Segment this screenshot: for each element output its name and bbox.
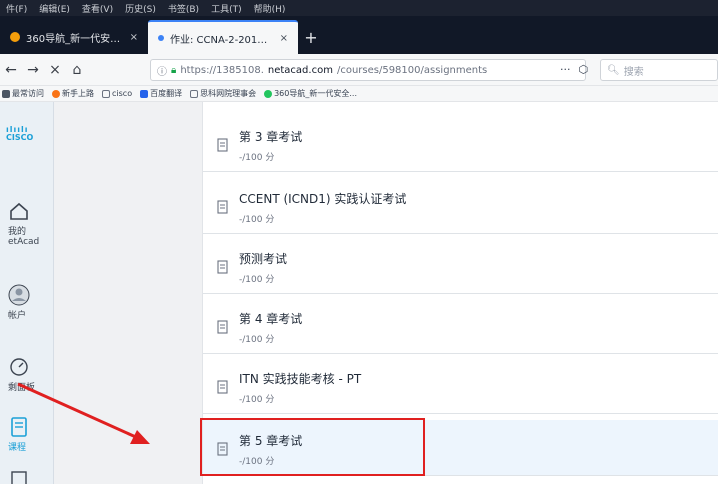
quiz-icon: [217, 138, 228, 152]
info-icon[interactable]: ⓘ: [157, 63, 167, 78]
sidebar-item-dashboard[interactable]: 剩面板: [0, 356, 54, 393]
assignment-row[interactable]: 第 4 章考试 -/100 分: [203, 298, 718, 354]
menu-item[interactable]: 工具(T): [211, 2, 242, 15]
tab-title: 360导航_新一代安全上网导航: [26, 33, 124, 45]
screenshot-root: 件(F) 编辑(E) 查看(V) 历史(S) 书签(B) 工具(T) 帮助(H)…: [0, 0, 718, 484]
bookmarks-bar: 最常访问 新手上路 cisco 百度翻译 思科网院理事会 360导航_新一代安全…: [0, 86, 718, 102]
menu-item[interactable]: 查看(V): [82, 2, 113, 15]
sidebar-item-my-netacad[interactable]: 我的 etAcad: [0, 200, 54, 247]
assignment-title[interactable]: CCENT (ICND1) 实践认证考试: [239, 190, 406, 207]
course-icon: [8, 416, 30, 438]
home-button[interactable]: ⌂: [66, 59, 88, 81]
translate-icon: [140, 89, 149, 98]
bookmark-label: cisco: [112, 89, 133, 98]
back-button[interactable]: ←: [0, 59, 22, 81]
assignment-row[interactable]: ITN 实践技能考核 - PT -/100 分: [203, 358, 718, 414]
cisco-logo-text: CISCO: [6, 133, 34, 142]
annotation-highlight-box: [200, 418, 425, 476]
bookmark-label: 最常访问: [12, 89, 44, 98]
sidebar-item-label: 我的: [8, 227, 27, 237]
assignment-title[interactable]: 预测考试: [239, 250, 287, 267]
assignment-title[interactable]: ITN 实践技能考核 - PT: [239, 370, 361, 387]
sidebar-item-label: etAcad: [8, 237, 40, 247]
assignment-score: -/100 分: [239, 395, 275, 405]
sidebar-item-label: 帐户: [8, 311, 27, 321]
bookmark-cisco-council[interactable]: 思科网院理事会: [190, 88, 256, 99]
sidebar-item-label: 剩面板: [8, 383, 36, 393]
bookmark-label: 360导航_新一代安全...: [274, 89, 357, 98]
page-actions-button[interactable]: ···: [560, 63, 571, 76]
sidebar-item-label: 课程: [8, 443, 27, 453]
menu-item[interactable]: 历史(S): [125, 2, 156, 15]
star-icon: [2, 89, 10, 98]
cisco-logo[interactable]: ılıılı CISCO: [6, 126, 33, 142]
menu-item[interactable]: 件(F): [6, 2, 27, 15]
stop-button[interactable]: ×: [44, 59, 66, 81]
assignment-score: -/100 分: [239, 275, 275, 285]
bookmark-label: 思科网院理事会: [200, 89, 257, 98]
search-input[interactable]: 🔍︎ 搜索: [600, 59, 718, 81]
bookmark-baidu-translate[interactable]: 百度翻译: [140, 88, 182, 99]
bookmark-label: 百度翻译: [150, 89, 183, 98]
360-favicon-icon: [10, 32, 20, 42]
url-path: /courses/598100/assignments: [336, 64, 488, 76]
firefox-icon: [52, 89, 60, 98]
search-placeholder: 搜索: [623, 66, 644, 78]
url-actions: ··· ⬡: [560, 63, 588, 76]
url-prefix: https://1385108.: [180, 64, 264, 76]
quiz-icon: [217, 380, 228, 394]
menu-bar: 件(F) 编辑(E) 查看(V) 历史(S) 书签(B) 工具(T) 帮助(H): [0, 0, 718, 16]
menu-item[interactable]: 编辑(E): [39, 2, 70, 15]
url-domain: netacad.com: [267, 64, 333, 76]
assignment-row[interactable]: 第 3 章考试 -/100 分: [203, 116, 718, 172]
search-icon: 🔍︎: [607, 64, 620, 76]
assignment-title[interactable]: 第 3 章考试: [239, 128, 302, 145]
bookmark-cisco[interactable]: cisco: [102, 89, 132, 98]
sidebar-item-courses[interactable]: 课程: [0, 416, 54, 453]
assignment-score: -/100 分: [239, 335, 275, 345]
sidebar-item-partial[interactable]: [0, 468, 54, 484]
assignment-title[interactable]: 第 4 章考试: [239, 310, 302, 327]
tab-strip: 360导航_新一代安全上网导航 × 作业: CCNA-2-2017学研班 × +: [0, 16, 718, 54]
quiz-icon: [217, 320, 228, 334]
left-sidebar: ılıılı CISCO 我的 etAcad 帐户 剩面板 课程: [0, 102, 54, 484]
bookmark-label: 新手上路: [62, 89, 94, 98]
content-gutter: [54, 102, 202, 484]
dashboard-icon: [8, 356, 30, 378]
quiz-icon: [217, 260, 228, 274]
assignment-score: -/100 分: [239, 215, 275, 225]
calendar-icon: [8, 468, 30, 484]
360-icon: [264, 89, 273, 98]
sidebar-item-account[interactable]: 帐户: [0, 284, 54, 321]
menu-item[interactable]: 帮助(H): [254, 2, 286, 15]
lock-icon: 🔒︎: [171, 64, 177, 76]
tab-close-icon[interactable]: ×: [280, 33, 288, 44]
bookmark-getting-started[interactable]: 新手上路: [52, 88, 94, 99]
assignment-row[interactable]: 预测考试 -/100 分: [203, 238, 718, 294]
address-bar[interactable]: ⓘ 🔒︎ https://1385108. netacad.com/courses…: [150, 59, 586, 81]
navigation-bar: ← → × ⌂ ⓘ 🔒︎ https://1385108. netacad.com…: [0, 54, 718, 86]
tab-assignments[interactable]: 作业: CCNA-2-2017学研班 ×: [148, 20, 298, 54]
tab-dot-icon: [158, 35, 164, 41]
assignment-row[interactable]: CCENT (ICND1) 实践认证考试 -/100 分: [203, 178, 718, 234]
menu-item[interactable]: 书签(B): [168, 2, 199, 15]
user-icon: [8, 284, 30, 306]
forward-button[interactable]: →: [22, 59, 44, 81]
tab-360-nav[interactable]: 360导航_新一代安全上网导航 ×: [0, 20, 148, 54]
pocket-icon[interactable]: ⬡: [579, 63, 589, 76]
folder-icon: [190, 89, 199, 98]
tab-title: 作业: CCNA-2-2017学研班: [170, 34, 274, 46]
home-icon: [8, 200, 30, 222]
new-tab-button[interactable]: +: [298, 20, 324, 54]
assignment-score: -/100 分: [239, 153, 275, 163]
bookmark-360[interactable]: 360导航_新一代安全...: [264, 88, 357, 99]
folder-icon: [102, 89, 110, 98]
tab-close-icon[interactable]: ×: [130, 32, 138, 43]
quiz-icon: [217, 200, 228, 214]
bookmark-most-visited[interactable]: 最常访问: [2, 88, 44, 99]
